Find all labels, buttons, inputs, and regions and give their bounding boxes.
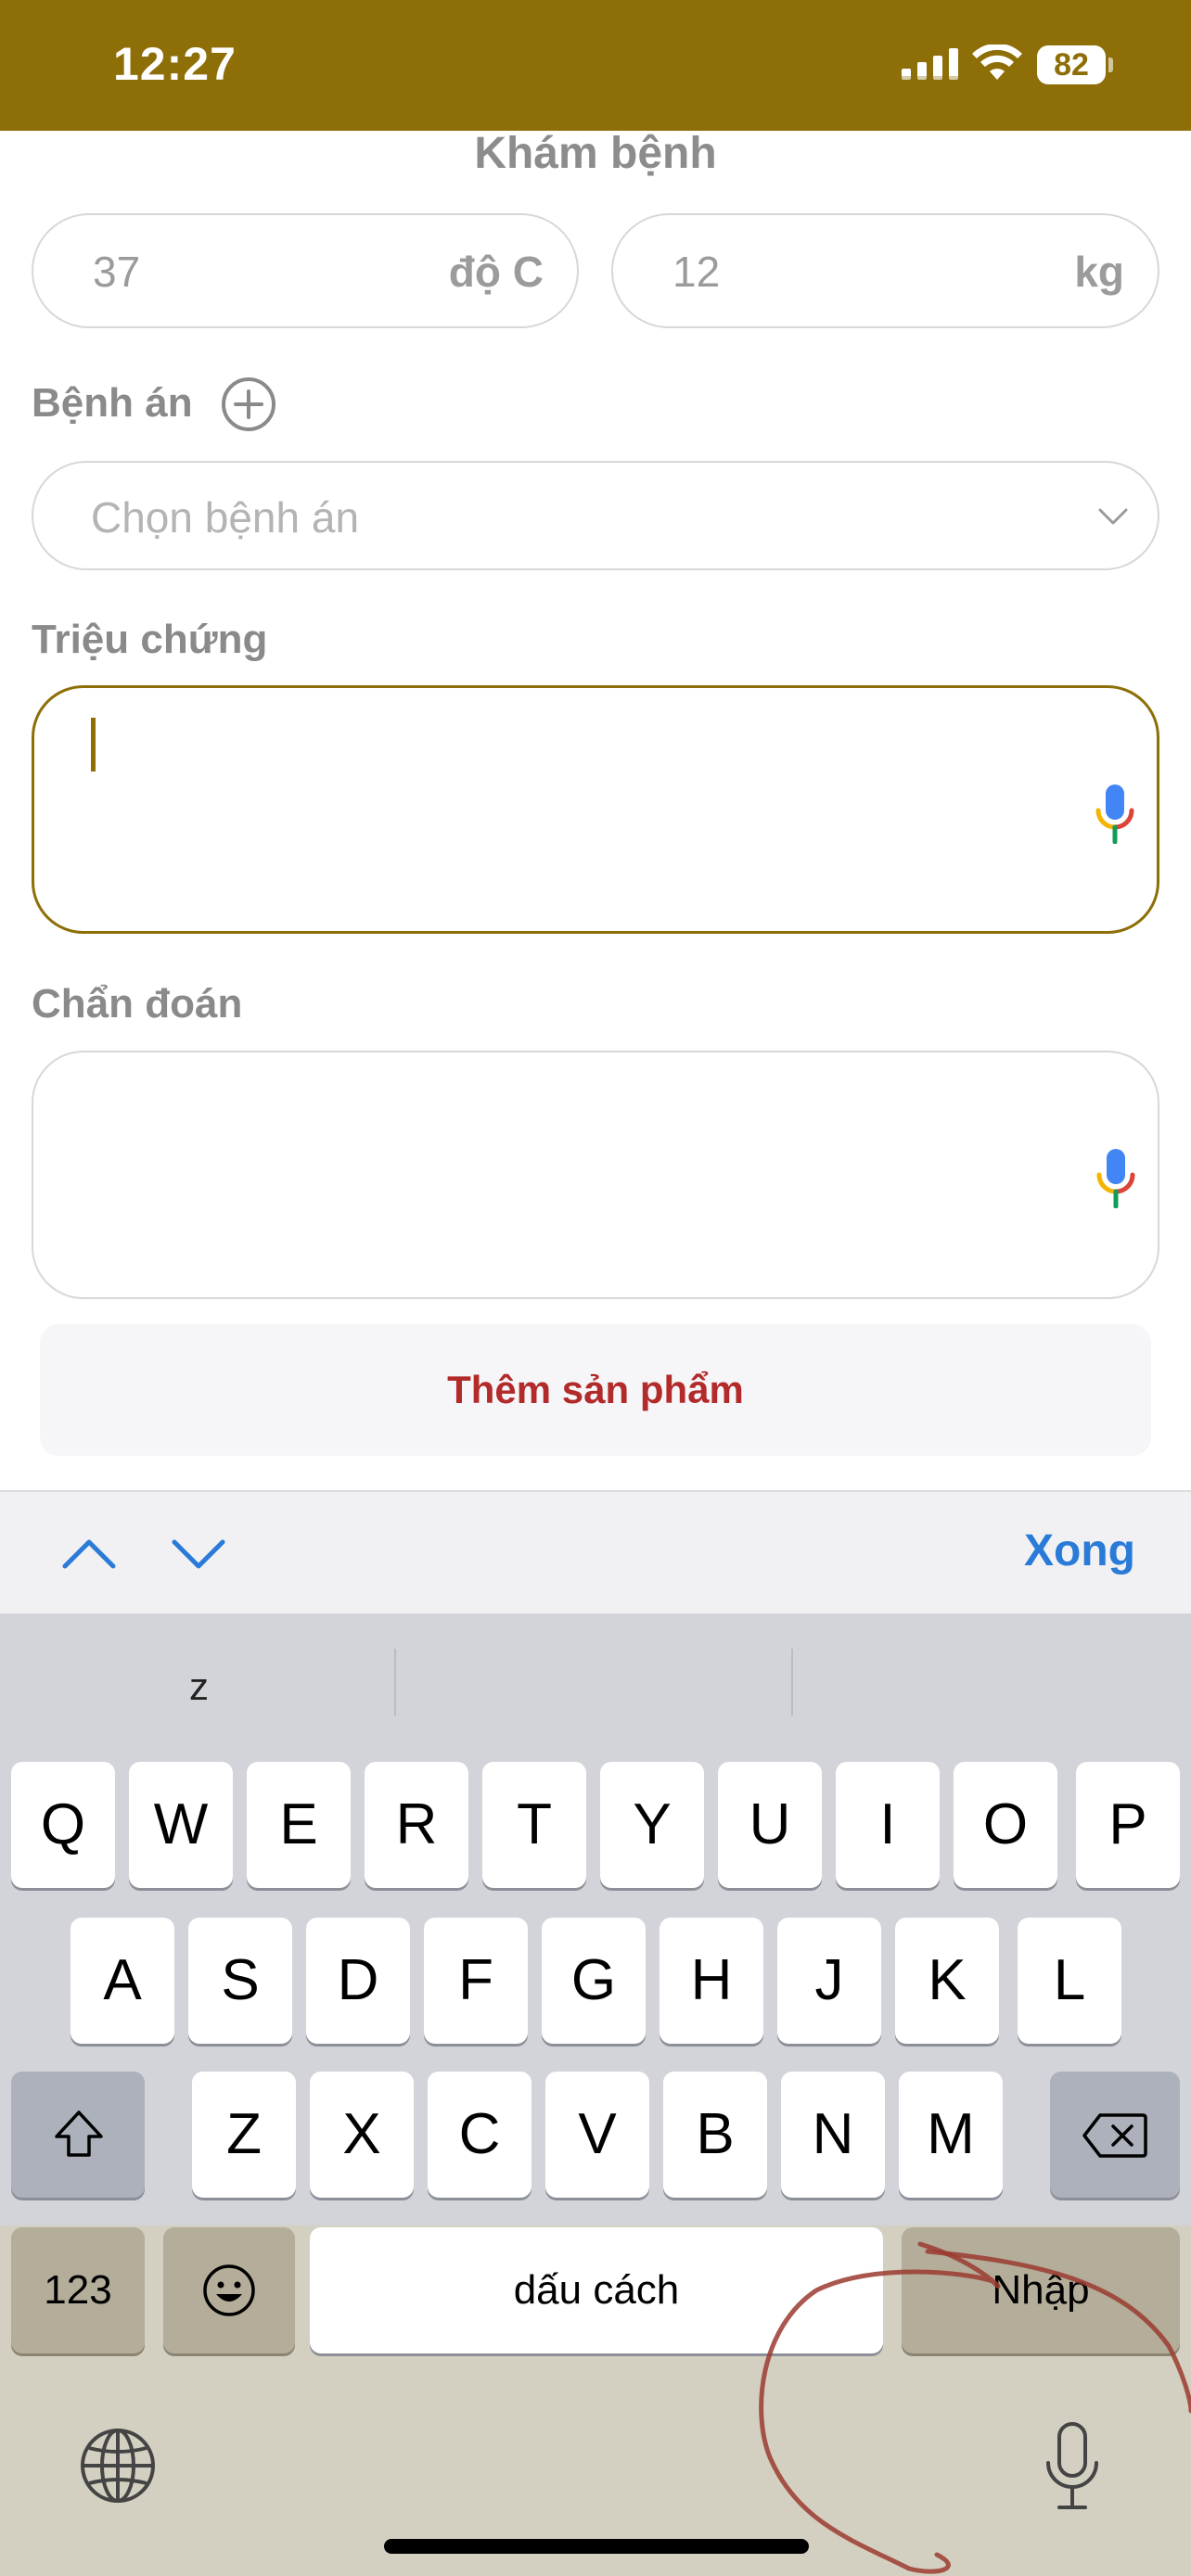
backspace-key[interactable]: [1050, 2072, 1180, 2198]
diagnosis-input[interactable]: [32, 1051, 1159, 1299]
key-j[interactable]: J: [777, 1918, 881, 2044]
weight-unit: kg: [1074, 248, 1124, 296]
key-u[interactable]: U: [718, 1762, 822, 1888]
chevron-up-icon[interactable]: [59, 1525, 119, 1581]
medical-record-select[interactable]: Chọn bệnh án: [32, 461, 1159, 570]
chevron-down-icon: [1098, 508, 1128, 525]
key-y[interactable]: Y: [600, 1762, 704, 1888]
page-title: Khám bệnh: [474, 129, 717, 178]
text-caret: [91, 718, 96, 772]
battery-cap: [1108, 57, 1113, 72]
return-key[interactable]: Nhập: [902, 2227, 1180, 2353]
battery-indicator: 82: [1037, 45, 1113, 84]
keyboard: z Q W E R T Y U I O P A S D F G H J K L …: [0, 1613, 1191, 2576]
key-k[interactable]: K: [895, 1918, 999, 2044]
backspace-icon: [1082, 2113, 1147, 2158]
diagnosis-label: Chẩn đoán: [32, 981, 243, 1027]
medical-record-label: Bệnh án: [32, 380, 193, 426]
key-h[interactable]: H: [660, 1918, 763, 2044]
medical-record-placeholder: Chọn bệnh án: [91, 493, 360, 542]
key-x[interactable]: X: [310, 2072, 414, 2198]
keyboard-accessory-bar: Xong: [0, 1490, 1191, 1613]
symptoms-label: Triệu chứng: [32, 617, 268, 662]
key-f[interactable]: F: [424, 1918, 528, 2044]
key-p[interactable]: P: [1076, 1762, 1180, 1888]
key-z[interactable]: Z: [192, 2072, 296, 2198]
symptoms-input[interactable]: [32, 685, 1159, 934]
key-v[interactable]: V: [545, 2072, 649, 2198]
temperature-unit: độ C: [448, 248, 544, 296]
key-b[interactable]: B: [663, 2072, 767, 2198]
key-t[interactable]: T: [482, 1762, 586, 1888]
key-l[interactable]: L: [1018, 1918, 1121, 2044]
suggestion-1[interactable]: z: [189, 1664, 209, 1709]
shift-key[interactable]: [11, 2072, 145, 2198]
key-e[interactable]: E: [247, 1762, 351, 1888]
wifi-icon: [972, 45, 1022, 80]
key-s[interactable]: S: [188, 1918, 292, 2044]
voice-input-mic-icon[interactable]: [1095, 1149, 1137, 1208]
status-bar: 12:27 82: [0, 0, 1191, 131]
chevron-down-icon[interactable]: [169, 1525, 228, 1581]
key-d[interactable]: D: [306, 1918, 410, 2044]
add-medical-record-icon[interactable]: [221, 376, 276, 432]
globe-icon[interactable]: [78, 2426, 158, 2506]
weight-value: 12: [672, 248, 721, 296]
status-time: 12:27: [113, 38, 237, 90]
key-c[interactable]: C: [428, 2072, 531, 2198]
key-w[interactable]: W: [129, 1762, 233, 1888]
key-i[interactable]: I: [836, 1762, 940, 1888]
emoji-key[interactable]: [163, 2227, 295, 2353]
done-button[interactable]: Xong: [1024, 1525, 1135, 1576]
voice-input-mic-icon[interactable]: [1094, 784, 1136, 844]
key-o[interactable]: O: [954, 1762, 1057, 1888]
weight-field[interactable]: 12 kg: [611, 213, 1159, 328]
suggestion-divider: [791, 1649, 793, 1715]
microphone-icon[interactable]: [1043, 2420, 1102, 2513]
add-product-button[interactable]: Thêm sản phẩm: [40, 1324, 1151, 1456]
cellular-signal-icon: [902, 48, 959, 80]
battery-level: 82: [1037, 45, 1106, 84]
key-m[interactable]: M: [899, 2072, 1003, 2198]
shift-icon: [55, 2111, 103, 2157]
suggestion-divider: [394, 1649, 396, 1715]
key-q[interactable]: Q: [11, 1762, 115, 1888]
numbers-key[interactable]: 123: [11, 2227, 145, 2353]
emoji-icon: [203, 2264, 255, 2316]
key-r[interactable]: R: [365, 1762, 468, 1888]
key-a[interactable]: A: [70, 1918, 174, 2044]
temperature-field[interactable]: 37 độ C: [32, 213, 579, 328]
space-key[interactable]: dấu cách: [310, 2227, 883, 2353]
key-n[interactable]: N: [781, 2072, 885, 2198]
temperature-value: 37: [93, 248, 141, 296]
key-g[interactable]: G: [542, 1918, 646, 2044]
home-indicator: [384, 2539, 809, 2554]
